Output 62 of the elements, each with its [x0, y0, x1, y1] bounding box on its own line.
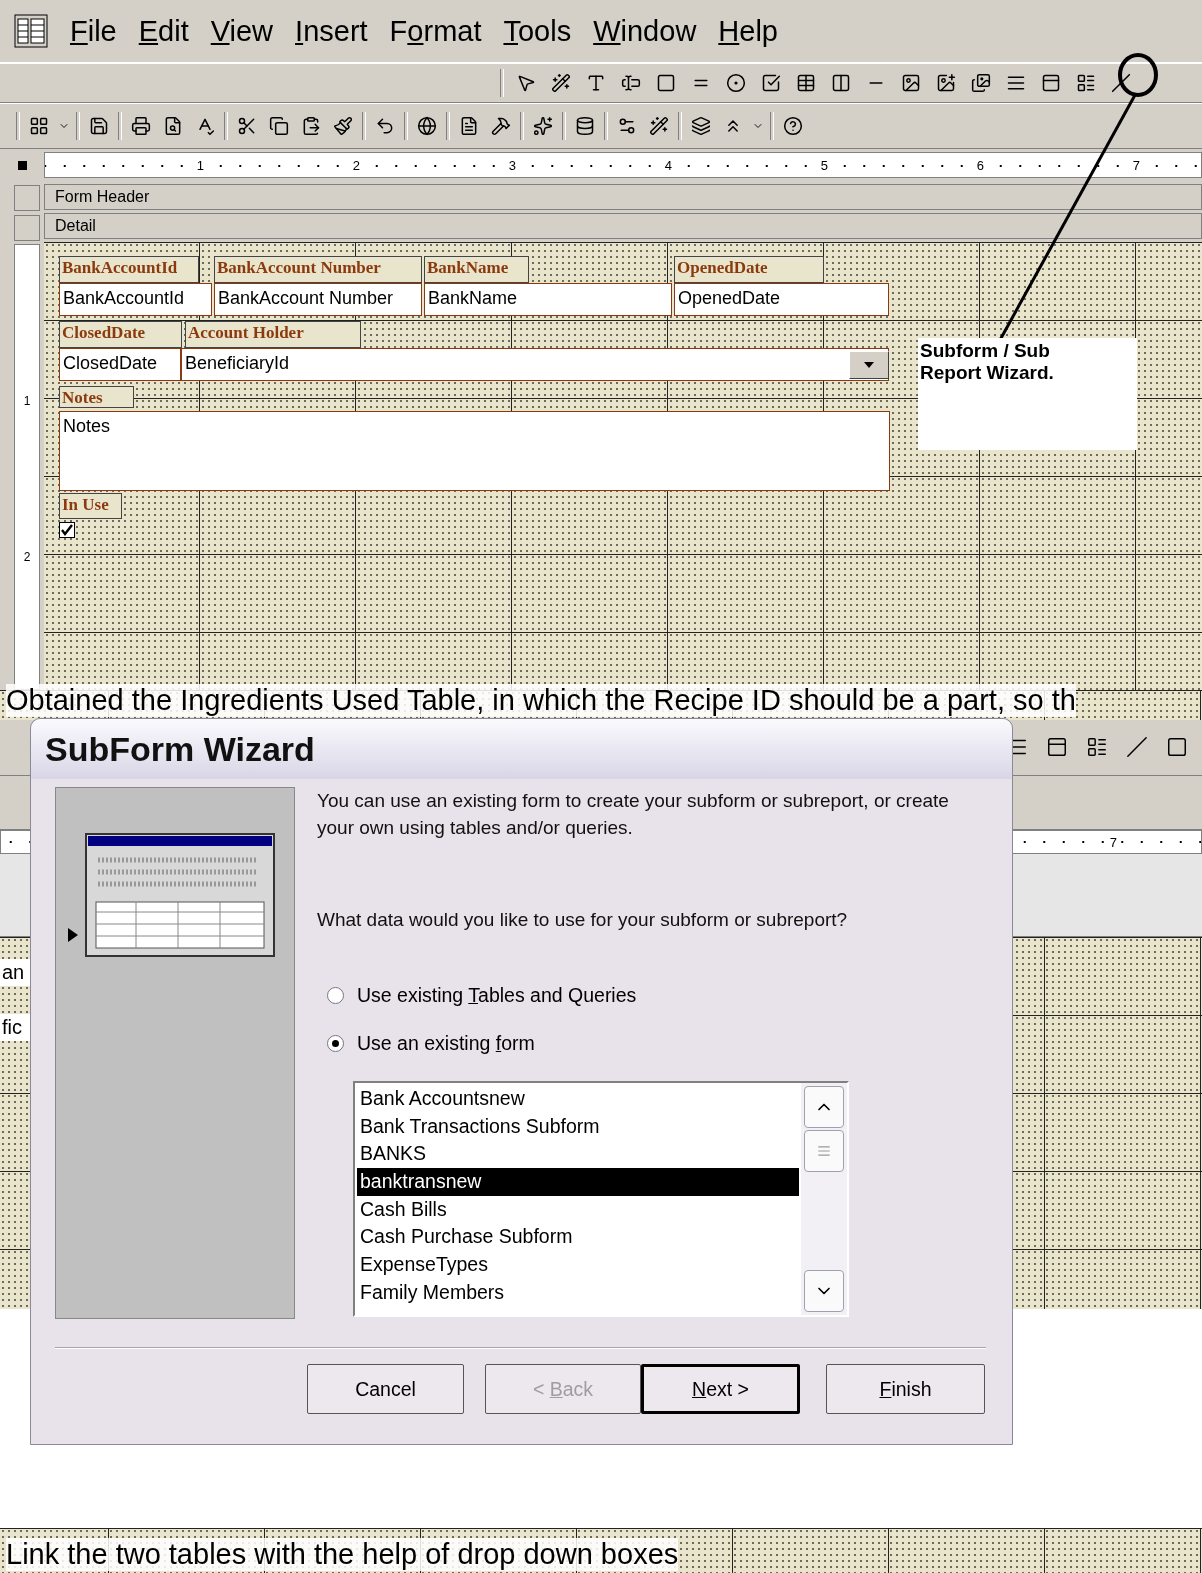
menu-item[interactable]: Format — [389, 14, 482, 48]
radio-option[interactable]: Use existing Tables and Queries — [327, 971, 977, 1019]
list-item[interactable]: Bank Accountsnew — [357, 1085, 799, 1113]
menu-item[interactable]: Edit — [138, 14, 189, 48]
field-label: OpenedDate — [674, 256, 824, 283]
text-box[interactable]: ClosedDate — [59, 348, 181, 381]
form-list[interactable]: Bank Accountsnew Bank Transactions Subform BANKS banktransnew Cash Bills Cash Purchase Subform ExpenseTypes Family Members — [353, 1081, 849, 1317]
list-item[interactable]: ExpenseTypes — [357, 1251, 799, 1279]
section-bar[interactable]: Detail — [44, 213, 1202, 239]
text-box[interactable]: OpenedDate — [674, 283, 889, 316]
caption-text: Obtained the Ingredients Used Table, in which the Recipe ID should be a part, so th — [6, 684, 1076, 717]
text-box[interactable]: BankAccountId — [59, 283, 212, 316]
select-form-button[interactable] — [17, 160, 27, 170]
field-label: BankName — [424, 256, 529, 283]
section-selector[interactable] — [14, 215, 40, 241]
section-selector[interactable] — [14, 185, 40, 211]
field-fragment: an — [0, 958, 32, 986]
dialog-button[interactable]: Cancel — [307, 1364, 464, 1414]
section-bar[interactable]: Form Header — [44, 184, 1202, 210]
radio-option[interactable]: Use an existing form — [327, 1019, 977, 1067]
scroll-thumb[interactable] — [804, 1130, 844, 1172]
list-item[interactable]: BANKS — [357, 1140, 799, 1169]
callout-note: Subform / Sub Report Wizard. — [918, 338, 1137, 450]
menu-item[interactable]: Help — [718, 14, 778, 48]
caption-text: Link the two tables with the help of drop down boxes — [6, 1538, 679, 1572]
list-item[interactable]: Bank Transactions Subform — [357, 1112, 799, 1141]
list-item[interactable]: Cash Purchase Subform — [357, 1223, 799, 1252]
menu-item[interactable]: View — [210, 14, 274, 48]
radio-button[interactable] — [327, 1034, 344, 1052]
text-box[interactable]: BankAccount Number — [214, 283, 422, 316]
dropdown-button[interactable] — [849, 351, 889, 379]
field-fragment: fic — [0, 1013, 32, 1041]
ruler-number: 1 — [23, 394, 31, 408]
list-item[interactable]: Family Members — [357, 1278, 799, 1307]
dialog-button[interactable]: Finish — [826, 1364, 985, 1414]
radio-button[interactable] — [327, 986, 344, 1004]
field-label: BankAccount Number — [214, 256, 422, 283]
option-label: Use an existing form — [357, 1031, 535, 1055]
memo-box[interactable]: Notes — [59, 411, 890, 491]
scrollbar[interactable] — [801, 1083, 847, 1315]
menu-item[interactable]: Insert — [295, 14, 368, 48]
ruler-number: 2 — [23, 550, 31, 564]
text-box[interactable]: BankName — [424, 283, 672, 316]
form-icon[interactable] — [14, 14, 48, 48]
menu-item[interactable]: Tools — [503, 14, 572, 48]
field-label: BankAccountId — [59, 256, 199, 283]
field-label: Account Holder — [185, 321, 361, 348]
checkbox[interactable] — [59, 522, 75, 538]
combo-box[interactable]: BeneficiaryId — [181, 348, 889, 381]
dialog-title: SubForm Wizard — [31, 719, 1012, 779]
option-label: Use existing Tables and Queries — [357, 983, 637, 1007]
intro-text: You can use an existing form to create your subform or subreport, or create your own using tables and/or queries. — [317, 789, 950, 840]
list-item[interactable]: banktransnew — [357, 1168, 799, 1196]
field-label: ClosedDate — [59, 321, 182, 348]
caret-icon — [864, 362, 874, 368]
menu-item[interactable]: File — [70, 14, 117, 48]
list-item[interactable]: Cash Bills — [357, 1195, 799, 1224]
field-label: In Use — [59, 493, 122, 519]
field-label: Notes — [59, 386, 134, 408]
dialog-button[interactable]: Next > — [641, 1364, 800, 1414]
question-text: What data would you like to use for your subform or subreport? — [317, 908, 849, 932]
menu-item[interactable]: Window — [593, 14, 697, 48]
